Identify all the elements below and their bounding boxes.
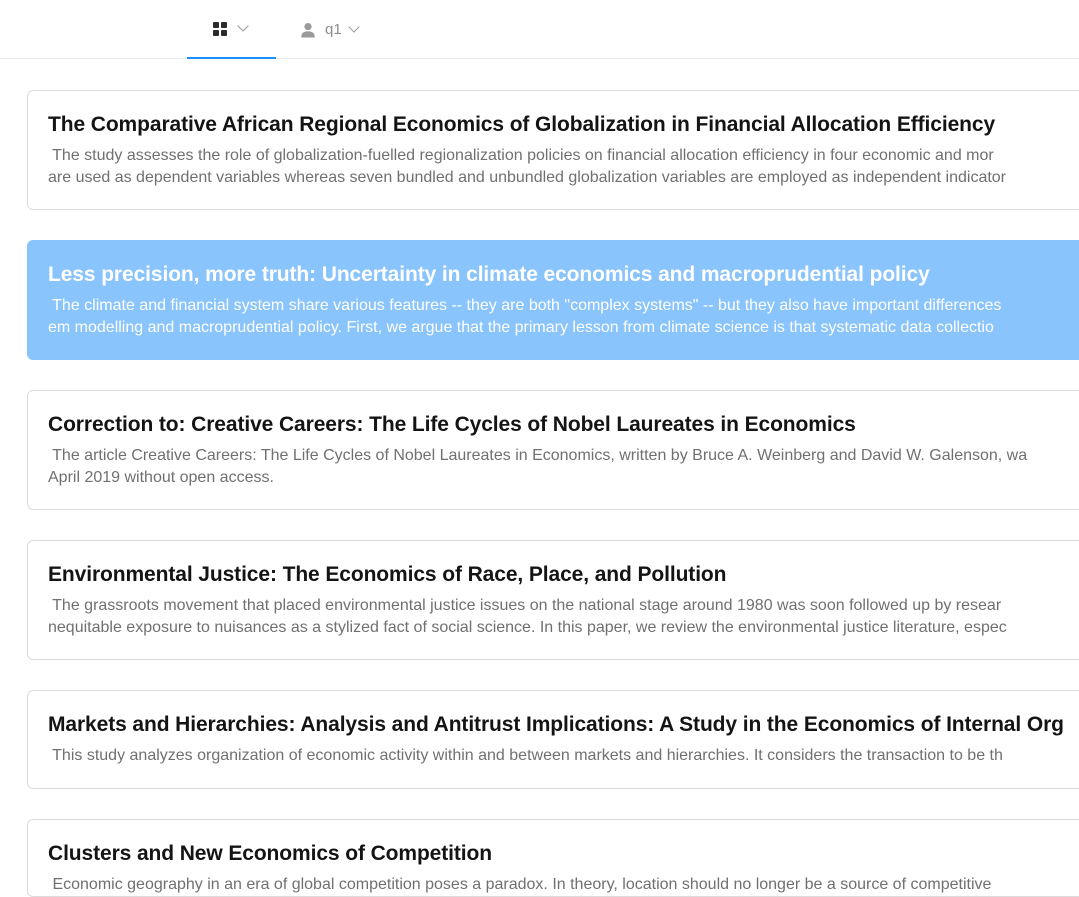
- chevron-down-icon: [348, 21, 360, 33]
- paper-abstract: The study assesses the role of globaliza…: [48, 145, 1079, 188]
- abstract-line: The study assesses the role of globaliza…: [48, 147, 994, 164]
- paper-card[interactable]: Environmental Justice: The Economics of …: [27, 540, 1079, 660]
- grid-icon: [212, 21, 227, 36]
- apps-menu-button[interactable]: [187, 0, 276, 59]
- abstract-line: nequitable exposure to nuisances as a st…: [48, 618, 1007, 636]
- paper-card[interactable]: The Comparative African Regional Economi…: [27, 90, 1079, 210]
- abstract-line: em modelling and macroprudential policy.…: [48, 318, 994, 336]
- abstract-line: The climate and financial system share v…: [48, 297, 1002, 314]
- user-menu-button[interactable]: q1: [299, 0, 379, 59]
- paper-title: The Comparative African Regional Economi…: [48, 113, 996, 136]
- paper-title: Environmental Justice: The Economics of …: [48, 563, 727, 586]
- abstract-line: are used as dependent variables whereas …: [48, 168, 1007, 186]
- top-navigation-bar: q1: [0, 0, 1079, 59]
- paper-title: Clusters and New Economics of Competitio…: [48, 842, 492, 865]
- paper-card[interactable]: Clusters and New Economics of Competitio…: [27, 819, 1079, 897]
- paper-title: Less precision, more truth: Uncertainty …: [48, 263, 930, 286]
- abstract-line: This study analyzes organization of econ…: [48, 747, 1003, 764]
- paper-abstract: The article Creative Careers: The Life C…: [48, 445, 1079, 488]
- abstract-line: The grassroots movement that placed envi…: [48, 597, 1002, 614]
- user-icon: [301, 22, 315, 37]
- paper-abstract: The grassroots movement that placed envi…: [48, 595, 1079, 638]
- user-name: q1: [325, 21, 342, 38]
- paper-abstract: Economic geography in an era of global c…: [48, 874, 1079, 896]
- abstract-line: Economic geography in an era of global c…: [48, 876, 992, 893]
- paper-card[interactable]: Markets and Hierarchies: Analysis and An…: [27, 690, 1079, 789]
- paper-card[interactable]: Correction to: Creative Careers: The Lif…: [27, 390, 1079, 510]
- abstract-line: The article Creative Careers: The Life C…: [48, 447, 1028, 464]
- abstract-line: April 2019 without open access.: [48, 468, 274, 486]
- paper-card-selected[interactable]: Less precision, more truth: Uncertainty …: [27, 240, 1079, 360]
- chevron-down-icon: [236, 20, 249, 32]
- paper-abstract: This study analyzes organization of econ…: [48, 745, 1079, 767]
- paper-abstract: The climate and financial system share v…: [48, 295, 1079, 338]
- paper-title: Markets and Hierarchies: Analysis and An…: [48, 713, 1064, 736]
- paper-title: Correction to: Creative Careers: The Lif…: [48, 413, 856, 436]
